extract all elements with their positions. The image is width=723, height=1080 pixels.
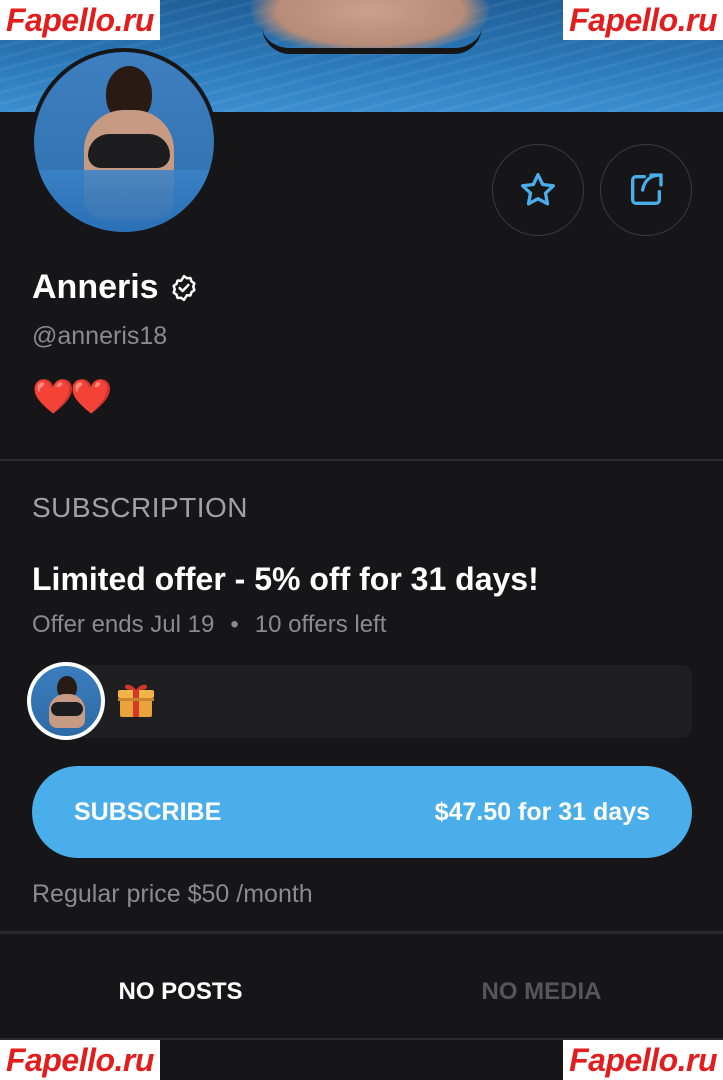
profile-avatar[interactable]: [30, 48, 218, 236]
favorite-button[interactable]: [492, 144, 584, 236]
share-button[interactable]: [600, 144, 692, 236]
section-divider: [0, 931, 723, 934]
tab-posts[interactable]: NO POSTS: [0, 946, 361, 1038]
verified-badge-icon: [171, 274, 196, 301]
offer-meta: Offer ends Jul 19 • 10 offers left: [32, 611, 386, 639]
gift-icon: [118, 684, 154, 717]
avatar-swimsuit: [88, 134, 170, 168]
offer-title: Limited offer - 5% off for 31 days!: [32, 561, 539, 597]
profile-bio: ❤️❤️: [32, 377, 113, 417]
subscribe-label: SUBSCRIBE: [74, 797, 222, 826]
watermark-top-left: Fapello.ru: [0, 0, 160, 40]
offer-message-bar: [66, 665, 692, 738]
profile-handle: @anneris18: [32, 322, 168, 350]
star-icon: [521, 173, 555, 206]
regular-price: Regular price $50 /month: [32, 880, 313, 908]
profile-name: Anneris: [32, 268, 159, 306]
share-icon: [631, 173, 663, 205]
section-divider: [0, 459, 723, 461]
watermark-top-right: Fapello.ru: [563, 0, 723, 40]
watermark-bottom-right: Fapello.ru: [563, 1040, 723, 1080]
offers-left: 10 offers left: [254, 611, 387, 638]
avatar-water: [34, 170, 214, 232]
cover-photo-swimwear: [262, 26, 482, 54]
offer-avatar: [27, 662, 105, 740]
meta-separator: •: [230, 611, 239, 638]
watermark-bottom-left: Fapello.ru: [0, 1040, 160, 1080]
subscribe-price: $47.50 for 31 days: [434, 797, 650, 826]
offer-avatar-swimsuit: [51, 702, 83, 716]
subscription-heading: SUBSCRIPTION: [32, 492, 249, 523]
content-tabs: NO POSTS NO MEDIA: [0, 946, 723, 1038]
profile-name-row: Anneris: [32, 268, 199, 307]
tab-media[interactable]: NO MEDIA: [361, 946, 722, 1038]
subscribe-button[interactable]: SUBSCRIBE $47.50 for 31 days: [32, 766, 692, 858]
offer-ends: Offer ends Jul 19: [32, 611, 215, 638]
